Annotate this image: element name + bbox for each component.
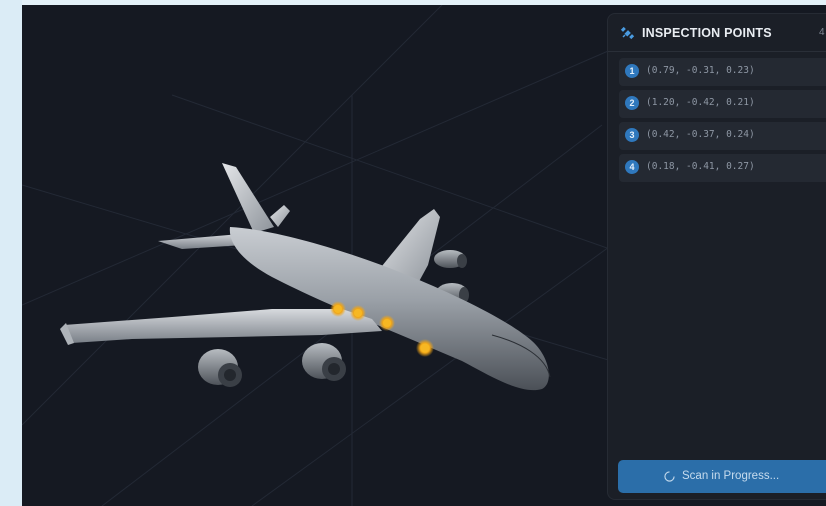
aircraft-stabilizer-right — [270, 205, 290, 227]
point-coordinates: (0.79, -0.31, 0.23) — [646, 65, 755, 76]
spinner-icon — [664, 471, 675, 482]
panel-title: INSPECTION POINTS — [642, 26, 772, 40]
panel-header: INSPECTION POINTS 4 — [608, 14, 826, 52]
aircraft-fuselage — [229, 227, 549, 391]
inspection-point-item[interactable]: 1 (0.79, -0.31, 0.23) — [619, 58, 826, 86]
point-number-badge: 3 — [625, 128, 639, 142]
scan-button[interactable]: Scan in Progress... — [618, 460, 826, 493]
point-coordinates: (0.42, -0.37, 0.24) — [646, 129, 755, 140]
points-count: 4 — [819, 27, 825, 38]
inspection-point-item[interactable]: 2 (1.20, -0.42, 0.21) — [619, 90, 826, 118]
inspection-point-item[interactable]: 3 (0.42, -0.37, 0.24) — [619, 122, 826, 150]
inspection-points-panel: INSPECTION POINTS 4 1 (0.79, -0.31, 0.23… — [607, 13, 826, 500]
aircraft-tail-fin — [222, 163, 274, 233]
point-number-badge: 2 — [625, 96, 639, 110]
point-coordinates: (1.20, -0.42, 0.21) — [646, 97, 755, 108]
inspection-point-item[interactable]: 4 (0.18, -0.41, 0.27) — [619, 154, 826, 182]
point-number-badge: 4 — [625, 160, 639, 174]
background-decoration — [0, 0, 22, 506]
point-coordinates: (0.18, -0.41, 0.27) — [646, 161, 755, 172]
scan-button-label: Scan in Progress... — [682, 470, 780, 482]
satellite-icon — [620, 26, 635, 40]
point-number-badge: 1 — [625, 64, 639, 78]
3d-viewport[interactable]: INSPECTION POINTS 4 1 (0.79, -0.31, 0.23… — [22, 5, 826, 506]
